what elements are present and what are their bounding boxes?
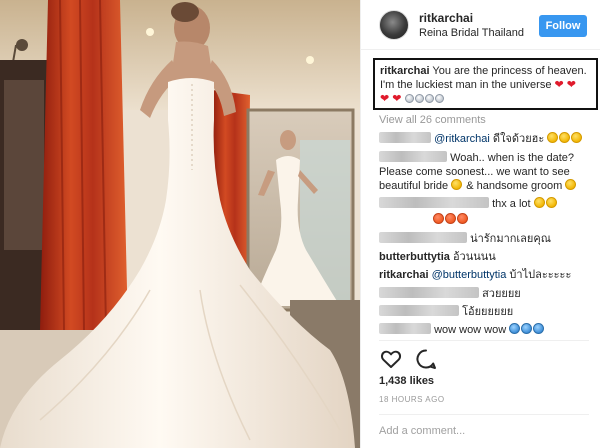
divider — [379, 414, 589, 415]
post-timestamp: 18 HOURS AGO — [379, 395, 445, 404]
comment-text: thx a lot — [492, 198, 531, 210]
blurred-username — [379, 151, 447, 162]
ring-icon — [424, 94, 434, 103]
comment-text: wow wow wow — [434, 324, 507, 336]
blurred-username — [379, 232, 467, 243]
list-item: butterbuttytia อ้วนนนน — [379, 250, 594, 264]
blurred-username — [379, 132, 431, 143]
blurred-username — [379, 323, 431, 334]
mention-link[interactable]: @butterbuttytia — [432, 269, 507, 281]
thumbs-up-emoji-icon — [571, 132, 583, 143]
wedding-dress-photo — [0, 0, 360, 448]
avatar[interactable] — [379, 10, 409, 40]
view-all-comments-link[interactable]: View all 26 comments — [379, 114, 486, 126]
speech-bubble-icon[interactable] — [414, 347, 438, 371]
screaming-emoji-icon — [533, 323, 545, 334]
heart-icon: ❤ ❤ — [380, 93, 402, 105]
heart-eyes-emoji-icon — [457, 213, 468, 224]
smile-emoji-icon — [545, 197, 557, 208]
list-item: @ritkarchai ดีใจด้วยฮะ — [379, 132, 594, 146]
likes-count[interactable]: 1,438 likes — [379, 375, 434, 387]
comment-text: น่ารักมากเลยคุณ — [470, 233, 551, 245]
list-item: thx a lot — [379, 197, 594, 211]
list-item — [379, 213, 594, 227]
post-header: ritkarchai Reina Bridal Thailand Follow — [361, 0, 600, 50]
comment-username[interactable]: butterbuttytia — [379, 251, 450, 263]
ring-icon — [404, 94, 414, 103]
comment-username[interactable]: ritkarchai — [379, 269, 429, 281]
list-item: น่ารักมากเลยคุณ — [379, 232, 594, 246]
post-photo[interactable] — [0, 0, 360, 448]
sunglasses-emoji-icon — [547, 132, 559, 143]
comment-text: บ้าไปละะะะะ — [509, 269, 572, 281]
post-sidebar: ritkarchai Reina Bridal Thailand Follow … — [360, 0, 600, 448]
heart-eyes-emoji-icon — [433, 213, 444, 224]
grin-emoji-icon — [559, 132, 571, 143]
heart-outline-icon[interactable] — [379, 347, 403, 371]
ring-icon — [414, 94, 424, 103]
comment-text: สวยยยย — [482, 288, 521, 300]
heart-icon: ❤ ❤ — [554, 79, 577, 91]
smile-emoji-icon — [533, 197, 545, 208]
post-location[interactable]: Reina Bridal Thailand — [419, 27, 524, 39]
heart-eyes-emoji-icon — [565, 179, 577, 190]
list-item: wow wow wow — [379, 323, 594, 337]
list-item: โอ้ยยยยยย — [379, 305, 594, 319]
post-actions — [379, 347, 446, 371]
heart-eyes-emoji-icon — [445, 213, 456, 224]
list-item: Woah.. when is the date? Please come soo… — [379, 151, 594, 193]
screaming-emoji-icon — [521, 323, 533, 334]
caption-username[interactable]: ritkarchai — [380, 65, 430, 77]
list-item: สวยยยย — [379, 287, 594, 301]
follow-button[interactable]: Follow — [539, 15, 587, 37]
ring-icon — [434, 94, 444, 103]
blurred-username — [379, 197, 489, 208]
list-item: ritkarchai @butterbuttytia บ้าไปละะะะะ — [379, 268, 594, 282]
divider — [379, 340, 589, 341]
add-comment-input[interactable] — [379, 422, 589, 440]
comment-text: ดีใจด้วยฮะ — [492, 133, 545, 145]
mention-link[interactable]: @ritkarchai — [434, 133, 490, 145]
comment-text: โอ้ยยยยยย — [462, 306, 514, 318]
blurred-username — [379, 305, 459, 316]
caption: ritkarchai You are the princess of heave… — [373, 58, 598, 110]
bride-emoji-icon — [451, 179, 463, 190]
comment-text: อ้วนนนน — [452, 251, 496, 263]
post-username[interactable]: ritkarchai — [419, 11, 473, 25]
comment-text-continued: & handsome groom — [466, 180, 563, 192]
screaming-emoji-icon — [509, 323, 521, 334]
blurred-username — [379, 287, 479, 298]
